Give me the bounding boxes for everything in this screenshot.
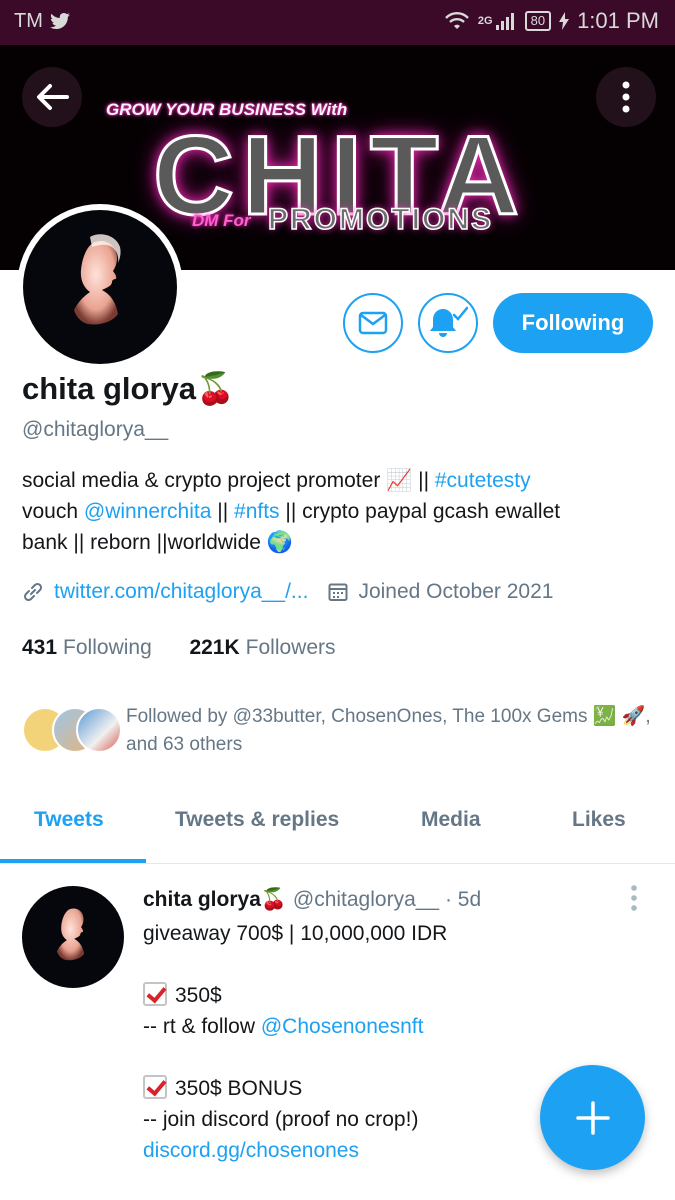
cherry-emoji: 🍒 — [196, 371, 235, 406]
charging-icon — [559, 12, 570, 30]
signal-icon — [495, 13, 514, 30]
tweet-author-name[interactable]: chita glorya🍒 — [143, 888, 287, 911]
more-vertical-icon — [631, 885, 637, 911]
carrier-label: TM — [14, 10, 43, 32]
profile-name: chita glorya🍒 — [22, 371, 235, 406]
followed-by-row[interactable]: Followed by @33butter, ChosenOnes, The 1… — [22, 703, 662, 763]
active-tab-indicator — [0, 859, 146, 863]
calendar-icon — [328, 583, 348, 601]
tweet-author-handle: @chitaglorya__ — [292, 888, 440, 911]
hashtag-link[interactable]: #cutetesty — [435, 469, 531, 492]
avatar-silhouette-image — [56, 908, 85, 961]
tweet-timestamp: · 5d — [444, 888, 482, 911]
battery-indicator: 80 — [524, 11, 552, 31]
twitter-bird-icon — [49, 12, 70, 29]
banner-dm-text: DM For — [192, 211, 251, 230]
back-button[interactable] — [22, 67, 82, 127]
network-type: 2G — [477, 15, 493, 27]
following-button[interactable]: Following — [493, 293, 653, 353]
plus-icon — [575, 1100, 610, 1135]
follower-avatar — [76, 707, 122, 753]
check-mark-icon — [143, 982, 167, 1006]
message-button[interactable] — [343, 293, 403, 353]
tab-media[interactable]: Media — [421, 808, 481, 832]
check-mark-icon — [143, 1075, 167, 1099]
tab-tweets[interactable]: Tweets — [34, 808, 104, 832]
tweet-options-button[interactable] — [630, 885, 638, 916]
mail-icon — [358, 311, 388, 335]
profile-avatar[interactable] — [17, 204, 183, 370]
clock: 1:01 PM — [577, 8, 659, 33]
status-bar: TM 2G 80 1:01 PM — [0, 0, 675, 45]
bell-check-icon — [430, 306, 469, 337]
wifi-icon — [445, 12, 469, 29]
avatar-silhouette-image — [74, 234, 121, 325]
hashtag-link[interactable]: #nfts — [234, 500, 280, 523]
profile-url-link[interactable]: twitter.com/chitaglorya__/... — [54, 580, 308, 604]
followed-by-text: Followed by @33butter, ChosenOnes, The 1… — [126, 706, 651, 755]
mention-link[interactable]: @Chosenonesnft — [261, 1015, 424, 1038]
following-count-link[interactable]: 431 Following — [22, 636, 152, 659]
joined-date: Joined October 2021 — [358, 580, 554, 603]
link-icon — [23, 582, 43, 602]
tweet-header: chita glorya🍒 @chitaglorya__ · 5d — [143, 888, 481, 912]
compose-tweet-button[interactable] — [540, 1065, 645, 1170]
tweet-author-avatar[interactable] — [22, 886, 124, 988]
tab-tweets-replies[interactable]: Tweets & replies — [175, 808, 339, 832]
followers-count-link[interactable]: 221K Followers — [189, 636, 335, 659]
more-vertical-icon — [622, 81, 630, 113]
profile-meta: twitter.com/chitaglorya__/... Joined Oct… — [22, 580, 662, 604]
mention-link[interactable]: @winnerchita — [84, 500, 212, 523]
profile-tabs: Tweets Tweets & replies Media Likes — [0, 790, 675, 864]
follow-counts: 431 Following 221K Followers — [22, 636, 336, 660]
notifications-button[interactable] — [418, 293, 478, 353]
profile-bio: social media & crypto project promoter 📈… — [22, 469, 561, 554]
arrow-left-icon — [37, 84, 69, 110]
tab-likes[interactable]: Likes — [572, 808, 626, 832]
profile-handle: @chitaglorya__ — [22, 418, 169, 441]
banner-promotions: PROMOTIONS — [267, 202, 494, 237]
more-options-button[interactable] — [596, 67, 656, 127]
